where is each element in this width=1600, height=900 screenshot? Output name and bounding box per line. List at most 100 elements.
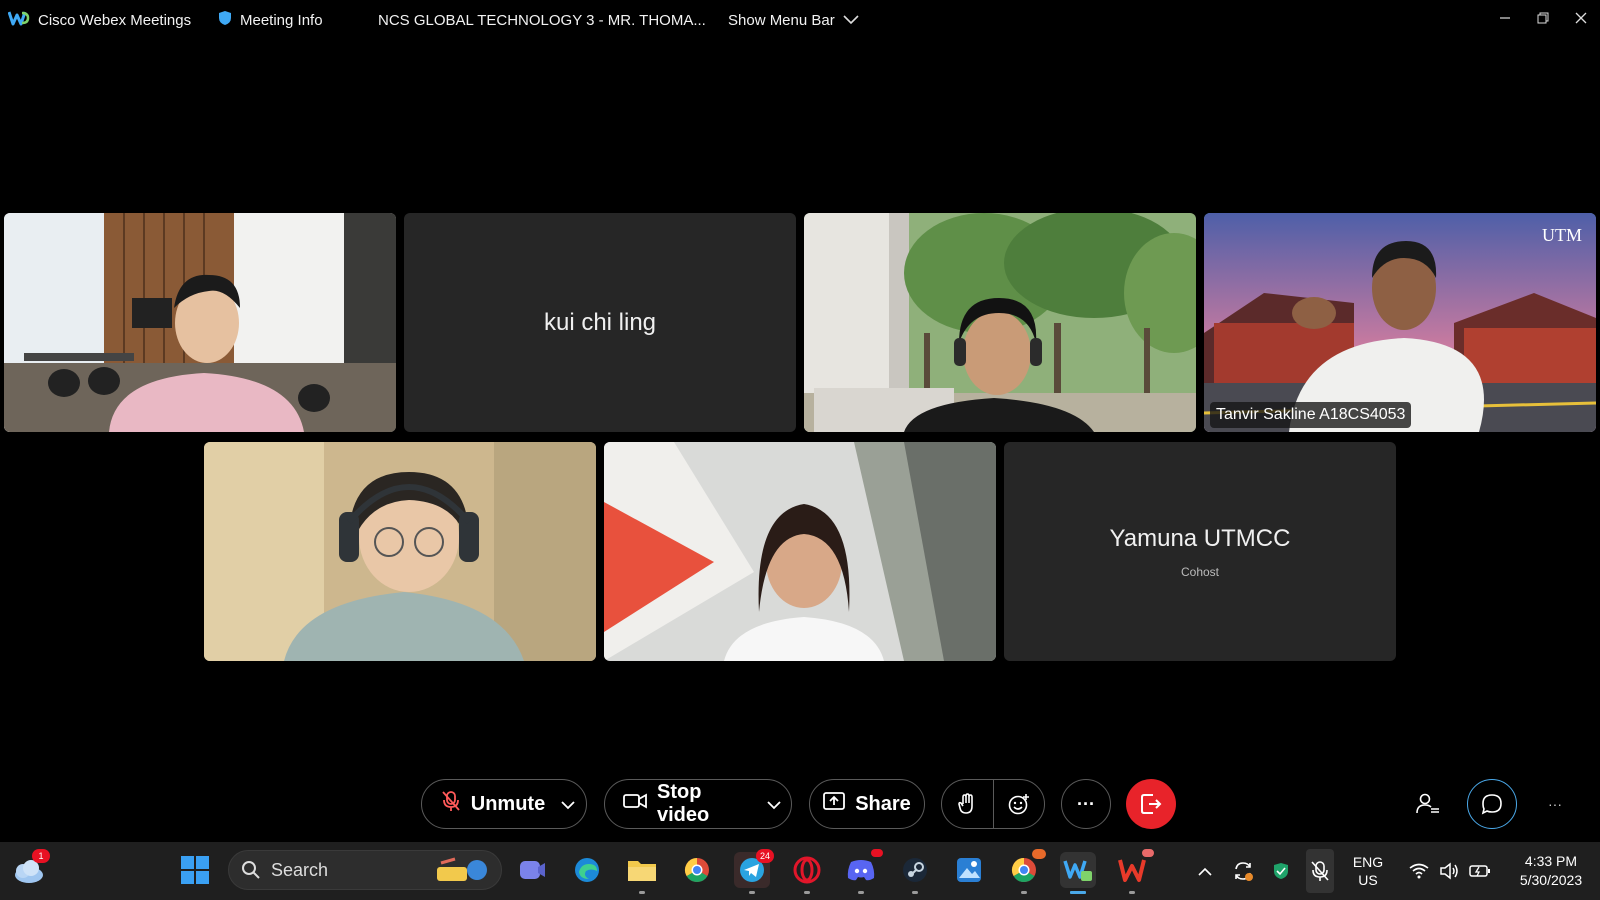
- meeting-info-label: Meeting Info: [240, 11, 323, 29]
- participants-icon: [1416, 793, 1439, 814]
- taskbar-chrome-profile[interactable]: [1006, 849, 1046, 894]
- title-bar: Cisco Webex Meetings Meeting Info NCS GL…: [0, 0, 1600, 40]
- running-indicator: [639, 891, 645, 894]
- reactions-button[interactable]: [993, 793, 1044, 815]
- video-options-chevron[interactable]: [761, 793, 791, 816]
- battery-charging-icon: [1469, 865, 1490, 877]
- restore-button[interactable]: [1524, 0, 1562, 36]
- running-indicator: [804, 891, 810, 894]
- show-hidden-icons-button[interactable]: [1190, 842, 1220, 900]
- running-indicator: [858, 891, 864, 894]
- utm-watermark: UTM: [1542, 225, 1582, 245]
- taskbar-edge[interactable]: [569, 852, 605, 888]
- windows-logo-icon: [181, 856, 209, 884]
- language-indicator[interactable]: ENG US: [1346, 842, 1390, 900]
- taskbar-telegram[interactable]: 24: [734, 849, 774, 894]
- taskbar-search-box[interactable]: Search: [228, 850, 502, 890]
- video-camera-icon: [623, 792, 647, 816]
- leave-meeting-button[interactable]: [1126, 779, 1176, 829]
- keyboard-region: US: [1358, 872, 1378, 888]
- share-label: Share: [855, 792, 911, 815]
- chrome-browser-icon: [1011, 858, 1036, 883]
- overflow-menu-button[interactable]: ···: [1540, 789, 1570, 819]
- unmute-button[interactable]: Unmute: [423, 790, 555, 818]
- reactions-group: [941, 779, 1045, 829]
- app-name: Cisco Webex Meetings: [38, 11, 192, 29]
- raise-hand-button[interactable]: [942, 793, 993, 815]
- meeting-title: NCS GLOBAL TECHNOLOGY 3 - MR. THOMA...: [378, 0, 706, 40]
- unmute-label: Unmute: [470, 792, 546, 815]
- share-button[interactable]: Share: [809, 779, 925, 829]
- security-tray-icon[interactable]: [1268, 842, 1294, 900]
- clock-date: 5/30/2023: [1519, 872, 1583, 888]
- wps-office-icon: [1118, 859, 1146, 882]
- search-placeholder: Search: [271, 859, 329, 880]
- show-menu-bar-button[interactable]: Show Menu Bar: [728, 0, 859, 40]
- participants-panel-button[interactable]: [1403, 779, 1453, 829]
- quick-settings-tray[interactable]: [1400, 842, 1500, 900]
- taskbar-file-explorer[interactable]: [624, 852, 660, 894]
- stop-video-button[interactable]: Stop video: [605, 781, 761, 827]
- taskbar-steam[interactable]: [897, 852, 933, 894]
- clock-time: 4:33 PM: [1524, 853, 1578, 869]
- participant-tile-7[interactable]: Yamuna UTMCC Cohost: [1004, 442, 1396, 661]
- taskbar-discord[interactable]: [843, 849, 883, 894]
- participant-video-tile-4[interactable]: UTM Tanvir Sakline A18CS4053: [1204, 213, 1596, 432]
- video-chat-app-icon: [520, 861, 545, 879]
- active-window-indicator: [1070, 891, 1086, 894]
- taskbar-opera[interactable]: [789, 852, 825, 894]
- participant-tile-2[interactable]: kui chi ling: [404, 213, 796, 432]
- participant-video-tile-3[interactable]: [804, 213, 1196, 432]
- participant-video: [804, 213, 1196, 432]
- taskbar-meet-app[interactable]: [514, 852, 550, 888]
- unmute-control: Unmute: [421, 779, 587, 829]
- sync-tray-icon[interactable]: [1228, 842, 1258, 900]
- overflow-menu-label: ···: [1548, 796, 1562, 812]
- opera-browser-icon: [793, 856, 821, 884]
- stop-video-label: Stop video: [657, 781, 710, 826]
- clock[interactable]: 4:33 PM 5/30/2023: [1506, 842, 1596, 900]
- participant-video-tile-5[interactable]: [204, 442, 596, 661]
- minimize-button[interactable]: [1486, 0, 1524, 36]
- participant-name-tag: Tanvir Sakline A18CS4053: [1210, 402, 1412, 428]
- running-indicator: [749, 891, 755, 894]
- more-options-button[interactable]: ···: [1061, 779, 1111, 829]
- close-window-button[interactable]: [1562, 0, 1600, 36]
- taskbar-chrome[interactable]: [679, 852, 715, 888]
- participant-video-tile-6[interactable]: [604, 442, 996, 661]
- start-button[interactable]: [177, 852, 213, 888]
- running-indicator: [1021, 891, 1027, 894]
- search-highlight-icon: [437, 857, 487, 881]
- share-screen-icon: [823, 792, 846, 816]
- edge-browser-icon: [575, 858, 599, 882]
- video-control: Stop video: [604, 779, 792, 829]
- participant-name: kui chi ling: [543, 308, 657, 336]
- weather-badge: 1: [32, 849, 50, 863]
- participant-role: Cohost: [1180, 564, 1220, 579]
- chat-bubble-icon: [1481, 794, 1502, 815]
- language-code: ENG: [1352, 854, 1384, 870]
- participant-video: [1204, 213, 1596, 432]
- more-options-label: ···: [1077, 793, 1095, 814]
- muted-microphone-icon: [1311, 861, 1329, 881]
- chevron-up-icon: [1198, 867, 1212, 876]
- search-icon: [242, 861, 260, 879]
- app-title: Cisco Webex Meetings: [7, 0, 192, 40]
- photos-app-icon: [957, 858, 981, 882]
- running-indicator: [1129, 891, 1135, 894]
- taskbar-webex[interactable]: [1060, 852, 1096, 894]
- steam-icon: [903, 858, 927, 882]
- running-indicator: [912, 891, 918, 894]
- audio-options-chevron[interactable]: [555, 793, 585, 816]
- participant-video-tile-1[interactable]: [4, 213, 396, 432]
- chat-panel-button[interactable]: [1467, 779, 1517, 829]
- taskbar-photos[interactable]: [951, 852, 987, 888]
- security-shield-icon: [1274, 863, 1288, 879]
- taskbar-wps[interactable]: [1114, 849, 1154, 894]
- chrome-browser-icon: [684, 858, 709, 883]
- webex-app-icon: [1063, 860, 1092, 881]
- wps-notification-dot: [1142, 849, 1154, 857]
- meeting-info-button[interactable]: Meeting Info: [218, 0, 323, 40]
- microphone-muted-tray-icon[interactable]: [1306, 849, 1334, 893]
- weather-widget[interactable]: 1: [10, 849, 50, 888]
